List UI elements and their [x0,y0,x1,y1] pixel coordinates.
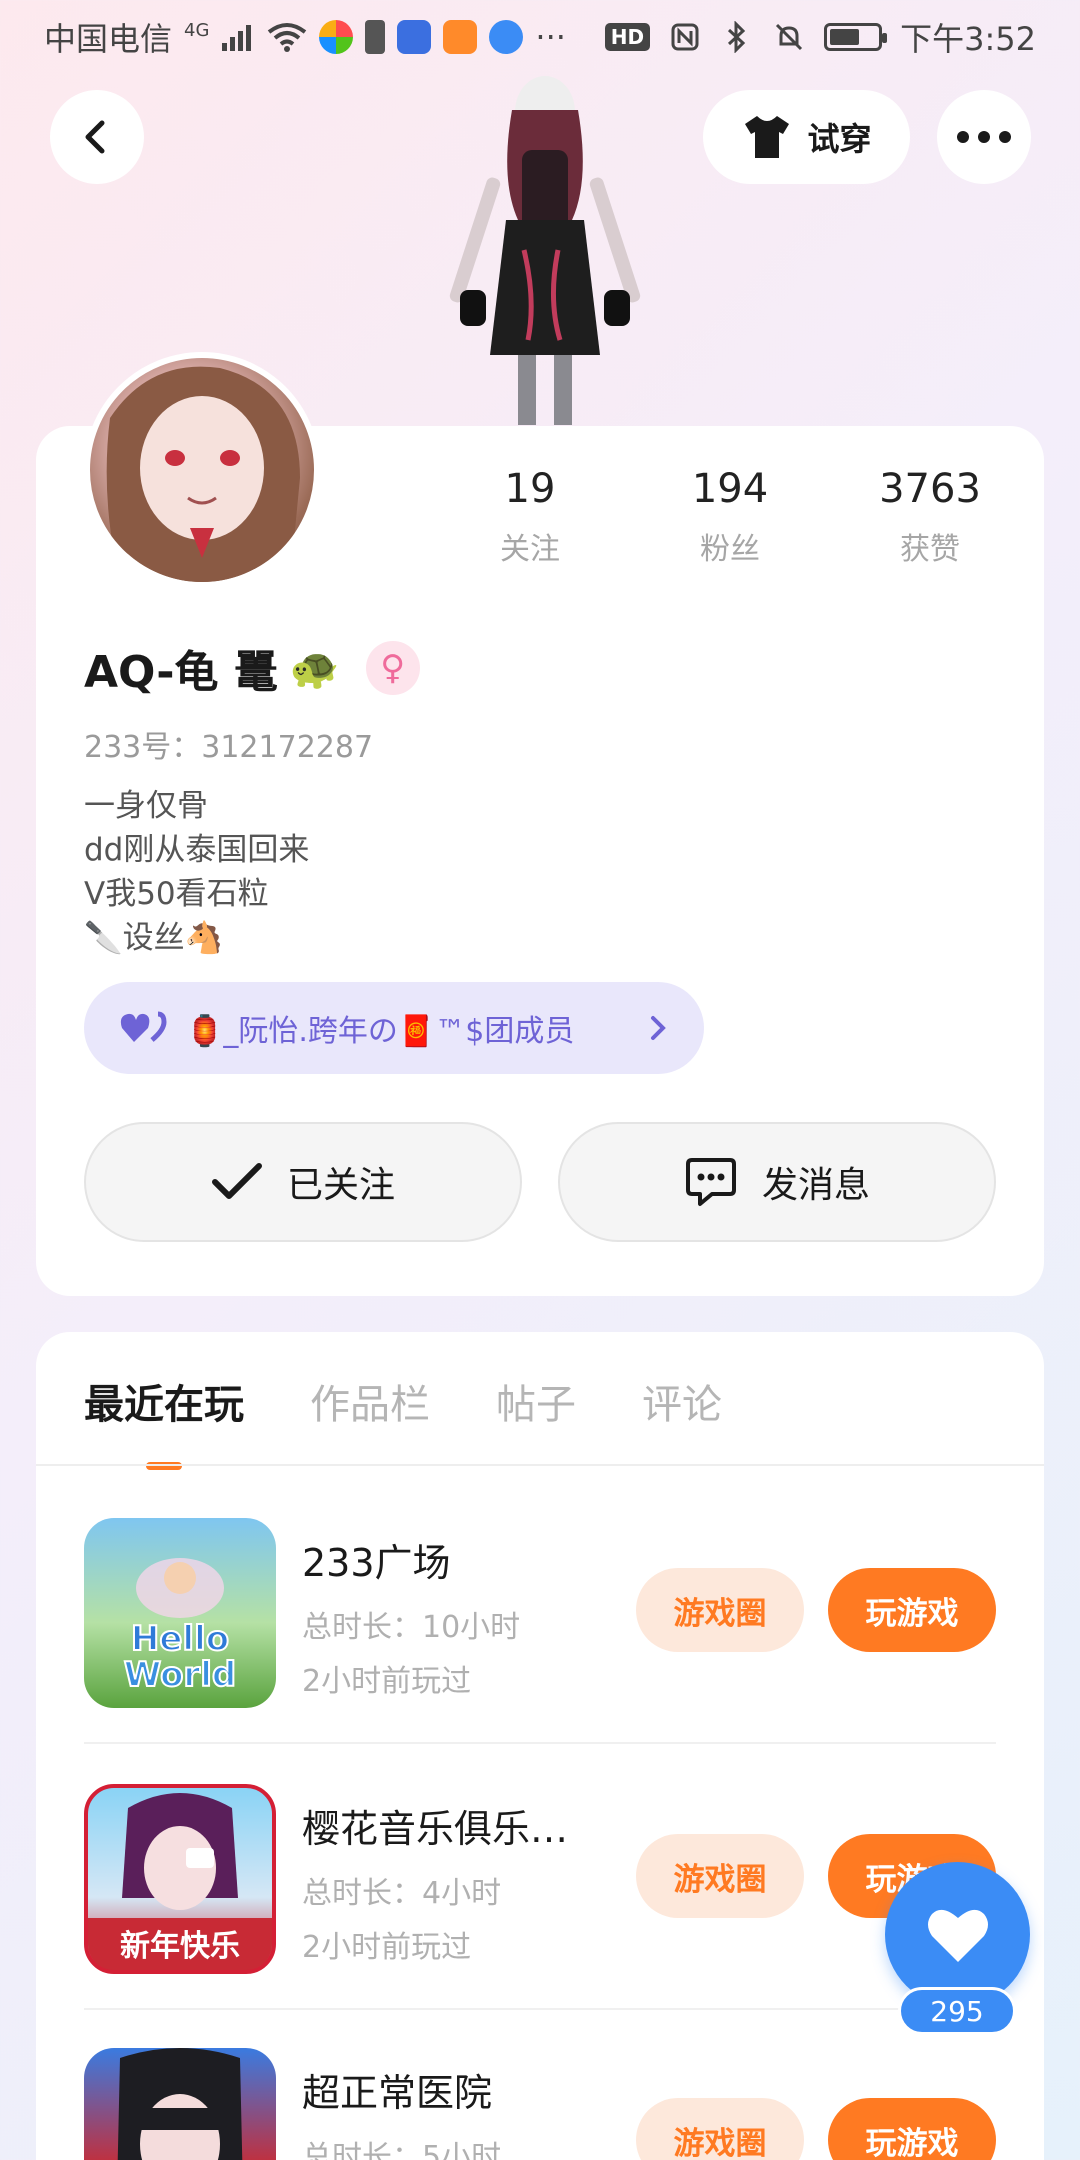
user-id[interactable]: 233号：312172287 [84,722,373,766]
play-game-button[interactable]: 玩游戏 [828,2098,996,2160]
game-item[interactable]: 新年快乐 樱花音乐俱乐… 总时长：4小时 2小时前玩过 游戏圈 玩游戏 [84,1784,996,1974]
wifi-icon [267,20,307,54]
send-message-label: 发消息 [761,1165,870,1206]
female-icon: ♀ [365,641,420,695]
game-icon[interactable]: Hello World [84,1518,276,1708]
game-name: 樱花音乐俱乐… [302,1807,569,1851]
stat-following-value: 19 [504,466,556,512]
play-game-button[interactable]: 玩游戏 [828,1568,996,1652]
tab-posts[interactable]: 帖子 [496,1372,576,1454]
stat-fans-value: 194 [691,466,769,512]
game-last-played: 2小时前玩过 [302,1930,472,1965]
browser-icon [489,20,524,54]
tab-comments[interactable]: 评论 [642,1372,722,1454]
bio-line: 一身仅骨 [84,788,208,824]
game-icon[interactable]: 新年快乐 [84,1784,276,1974]
app-notification-icon [319,20,354,54]
profile-tabs: 最近在玩 作品栏 帖子 评论 [84,1372,722,1470]
avatar-3d-figure[interactable] [440,70,650,430]
tab-label: 最近在玩 [84,1382,244,1428]
mute-bell-icon [772,20,806,54]
status-bar: 中国电信 4G ··· HD 下午3:52 [0,0,1080,74]
game-duration: 总时长：5小时 [302,2140,502,2160]
stat-following-label: 关注 [500,532,560,567]
more-notifications-icon: ··· [535,18,566,56]
like-button[interactable] [885,1862,1030,2007]
game-icon[interactable] [84,2048,276,2160]
game-item[interactable]: 超正常医院 总时长：5小时 游戏圈 玩游戏 [84,2048,996,2160]
more-dots-icon [957,131,1011,143]
following-label: 已关注 [286,1165,395,1206]
game-last-played: 2小时前玩过 [302,1664,472,1699]
group-label: 🏮_阮怡.跨年の🧧™$团成员 [186,1014,575,1049]
game-icon-text: Hello [131,1619,229,1659]
nfc-icon [668,20,702,54]
following-button[interactable]: 已关注 [84,1122,522,1242]
chat-bubble-icon [685,1158,736,1206]
game-circle-button[interactable]: 游戏圈 [636,2098,804,2160]
send-message-button[interactable]: 发消息 [558,1122,996,1242]
clock-label: 下午3:52 [900,20,1036,58]
group-membership-pill[interactable]: 🏮_阮怡.跨年の🧧™$团成员 [84,982,704,1074]
tab-label: 评论 [642,1382,722,1428]
row-divider [84,2008,996,2010]
tab-works[interactable]: 作品栏 [310,1372,430,1454]
game-name: 超正常医院 [302,2071,493,2115]
carrier-label: 中国电信 [44,20,173,58]
chevron-right-icon [651,1016,666,1040]
tryon-button[interactable]: 试穿 [703,90,910,184]
baidu-icon [397,20,432,54]
game-icon-text: World [124,1655,236,1695]
nickname: AQ-龟 鼍 [84,647,278,698]
game-circle-button[interactable]: 游戏圈 [636,1568,804,1652]
hearts-icon [120,1011,167,1042]
signal-icon [221,20,255,54]
stat-fans[interactable]: 194 粉丝 [630,466,830,568]
tryon-label: 试穿 [807,120,872,158]
stat-fans-label: 粉丝 [700,532,760,567]
bio: 一身仅骨 dd刚从泰国回来 V我50看石粒 🔪设丝🐴 [84,784,309,960]
game-circle-button[interactable]: 游戏圈 [636,1834,804,1918]
profile-avatar[interactable] [84,352,320,588]
game-icon-text: 新年快乐 [120,1929,240,1964]
stat-likes[interactable]: 3763 获赞 [830,466,1030,568]
turtle-emoji: 🐢 [289,645,340,692]
chevron-left-icon [85,120,105,154]
bio-line: V我50看石粒 [84,876,269,912]
game-duration: 总时长：4小时 [302,1876,502,1911]
stat-following[interactable]: 19 关注 [430,466,630,568]
battery-icon [824,23,888,51]
nickname-row: AQ-龟 鼍 🐢 ♀ [84,636,420,700]
bio-line: 🔪设丝🐴 [84,920,224,956]
more-options-button[interactable] [937,90,1031,184]
bio-line: dd刚从泰国回来 [84,832,310,868]
stat-likes-label: 获赞 [900,532,960,567]
profile-stats: 19 关注 194 粉丝 3763 获赞 [430,466,1030,568]
content-card [36,1332,1044,2160]
tab-label: 作品栏 [310,1382,430,1428]
tshirt-icon [745,116,790,158]
bluetooth-icon [720,20,754,54]
game-duration: 总时长：10小时 [302,1610,521,1645]
like-count-badge: 295 [898,1987,1016,2035]
tab-label: 帖子 [496,1382,576,1428]
network-label: 4G [184,19,210,41]
game-item[interactable]: Hello World 233广场 总时长：10小时 2小时前玩过 游戏圈 玩游… [84,1518,996,1708]
game-name: 233广场 [302,1541,451,1585]
profile-action-row: 已关注 发消息 [84,1122,996,1242]
video-app-icon [443,20,478,54]
row-divider [84,1742,996,1744]
alert-icon [365,20,386,54]
hd-icon: HD [604,23,651,51]
stat-likes-value: 3763 [879,466,981,512]
heart-icon [927,1909,988,1962]
tab-recently-played[interactable]: 最近在玩 [84,1372,244,1470]
back-button[interactable] [50,90,144,184]
tabs-divider [36,1464,1044,1466]
check-icon [211,1163,262,1199]
